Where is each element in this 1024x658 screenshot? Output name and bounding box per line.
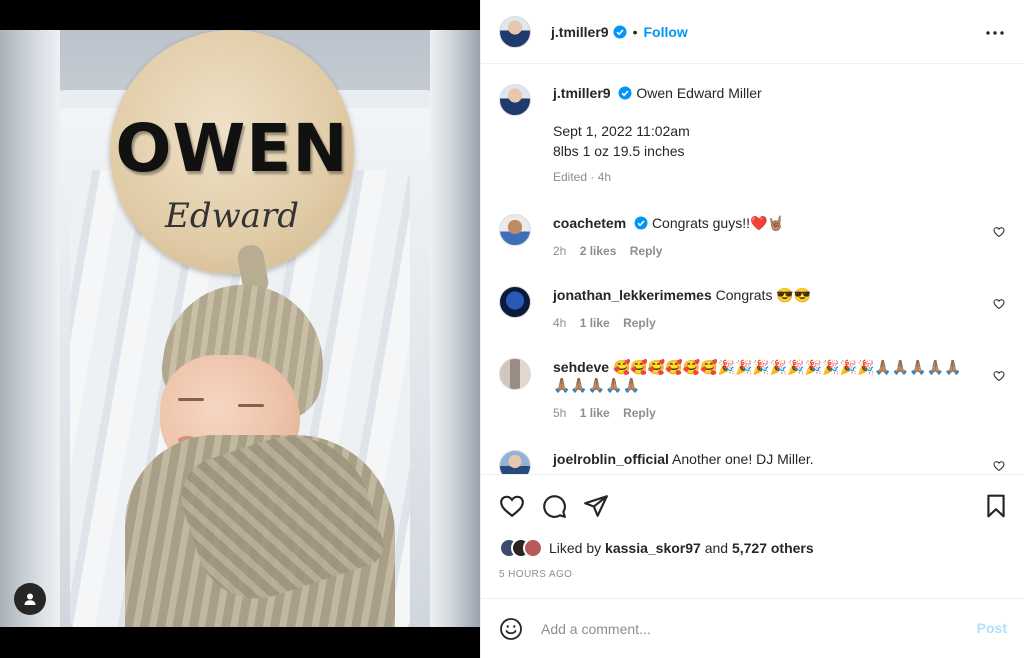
reply-button[interactable]: Reply xyxy=(630,244,663,258)
bassinet-rail-left xyxy=(0,30,60,627)
verified-badge-icon xyxy=(634,216,648,230)
post-details-panel: j.tmiller9 • Follow j.tmiller9 Owen Edwa… xyxy=(480,0,1024,658)
name-sign: OWEN Edward xyxy=(110,30,354,274)
comment-icon[interactable] xyxy=(541,493,567,519)
caption-text: Owen Edward Miller xyxy=(636,85,762,101)
emoji-icon[interactable] xyxy=(499,617,523,641)
avatar[interactable] xyxy=(499,15,531,48)
comment-likes[interactable]: 1 like xyxy=(580,406,610,420)
baby-eye-right xyxy=(238,404,264,407)
post-actions: Liked by kassia_skor97 and 5,727 others … xyxy=(481,474,1024,598)
comment-time: 4h xyxy=(553,316,567,330)
avatar[interactable] xyxy=(499,84,531,116)
sign-name-text: OWEN xyxy=(115,110,349,187)
comment-input[interactable] xyxy=(541,620,941,637)
avatar[interactable] xyxy=(499,358,531,390)
separator-dot: • xyxy=(632,23,638,40)
author-username[interactable]: j.tmiller9 xyxy=(551,24,609,40)
post-comment-button[interactable]: Post xyxy=(977,620,1007,636)
bookmark-icon[interactable] xyxy=(983,493,1009,519)
comment-author[interactable]: coachetem xyxy=(553,215,626,231)
likes-prefix: Liked by xyxy=(549,540,602,556)
comment-time: 2h xyxy=(553,244,567,258)
caption-body: j.tmiller9 Owen Edward Miller Sept 1, 20… xyxy=(553,84,973,186)
verified-badge-icon xyxy=(613,25,627,38)
caption-date: Sept 1, 2022 11:02am xyxy=(553,123,690,139)
baby-eye-left xyxy=(178,398,204,401)
likes-text: Liked by kassia_skor97 and 5,727 others xyxy=(549,540,814,556)
heart-icon[interactable] xyxy=(993,298,1005,310)
comment-body: joelroblin_official Another one! DJ Mill… xyxy=(553,450,973,468)
comment-text: Congrats guys!!❤️🤘🏽 xyxy=(651,215,785,231)
share-icon[interactable] xyxy=(583,493,609,519)
follow-button[interactable]: Follow xyxy=(644,24,688,40)
tagged-users-button[interactable] xyxy=(14,583,46,615)
caption-stats: 8lbs 1 oz 19.5 inches xyxy=(553,143,685,159)
avatar xyxy=(523,538,543,558)
comment-body: sehdeve 🥰🥰🥰🥰🥰🥰🎉🎉🎉🎉🎉🎉🎉🎉🎉🙏🏽🙏🏽🙏🏽🙏🏽🙏🏽🙏🏽🙏🏽🙏🏽🙏… xyxy=(553,358,973,422)
sign-script-text: Edward xyxy=(165,196,299,236)
instagram-post-view: OWEN Edward j.tmiller9 • Follow j.tmille… xyxy=(0,0,1024,658)
comment-author[interactable]: joelroblin_official xyxy=(553,451,669,467)
heart-icon[interactable] xyxy=(499,493,525,519)
liked-by: Liked by kassia_skor97 and 5,727 others xyxy=(499,537,814,559)
heart-icon[interactable] xyxy=(993,226,1005,238)
post-time-ago[interactable]: 5 HOURS AGO xyxy=(499,569,572,580)
comment-text: Congrats 😎😎 xyxy=(715,287,812,303)
comments-list[interactable]: j.tmiller9 Owen Edward Miller Sept 1, 20… xyxy=(481,64,1024,474)
comment-text: Another one! DJ Miller. xyxy=(672,451,814,467)
comment-likes[interactable]: 1 like xyxy=(580,316,610,330)
bassinet-rail-right xyxy=(430,30,480,627)
user-tag-icon xyxy=(24,593,36,605)
post-photo: OWEN Edward xyxy=(0,30,480,627)
comment-author[interactable]: jonathan_lekkerimemes xyxy=(553,287,712,303)
caption-meta: Edited · 4h xyxy=(553,170,612,184)
reply-button[interactable]: Reply xyxy=(623,406,656,420)
avatar[interactable] xyxy=(499,214,531,246)
caption-author[interactable]: j.tmiller9 xyxy=(553,85,611,101)
comment-body: coachetem Congrats guys!!❤️🤘🏽 2h 2 likes… xyxy=(553,214,973,260)
heart-icon[interactable] xyxy=(993,370,1005,382)
comment-body: jonathan_lekkerimemes Congrats 😎😎 4h 1 l… xyxy=(553,286,973,332)
likes-user[interactable]: kassia_skor97 xyxy=(605,540,701,556)
avatar[interactable] xyxy=(499,450,531,474)
comment-author[interactable]: sehdeve xyxy=(553,359,609,375)
post-header: j.tmiller9 • Follow xyxy=(481,0,1024,64)
verified-badge-icon xyxy=(618,86,632,100)
likes-others[interactable]: 5,727 others xyxy=(732,540,814,556)
comment-text: 🥰🥰🥰🥰🥰🥰🎉🎉🎉🎉🎉🎉🎉🎉🎉🙏🏽🙏🏽🙏🏽🙏🏽🙏🏽🙏🏽🙏🏽🙏🏽🙏🏽🙏🏽 xyxy=(553,359,962,393)
post-media[interactable]: OWEN Edward xyxy=(0,0,480,658)
likes-and: and xyxy=(704,540,729,556)
reply-button[interactable]: Reply xyxy=(623,316,656,330)
heart-icon[interactable] xyxy=(993,460,1005,472)
add-comment-bar: Post xyxy=(481,598,1024,658)
avatar[interactable] xyxy=(499,286,531,318)
comment-likes[interactable]: 2 likes xyxy=(580,244,617,258)
more-options-icon[interactable] xyxy=(983,21,1007,45)
comment-time: 5h xyxy=(553,406,567,420)
